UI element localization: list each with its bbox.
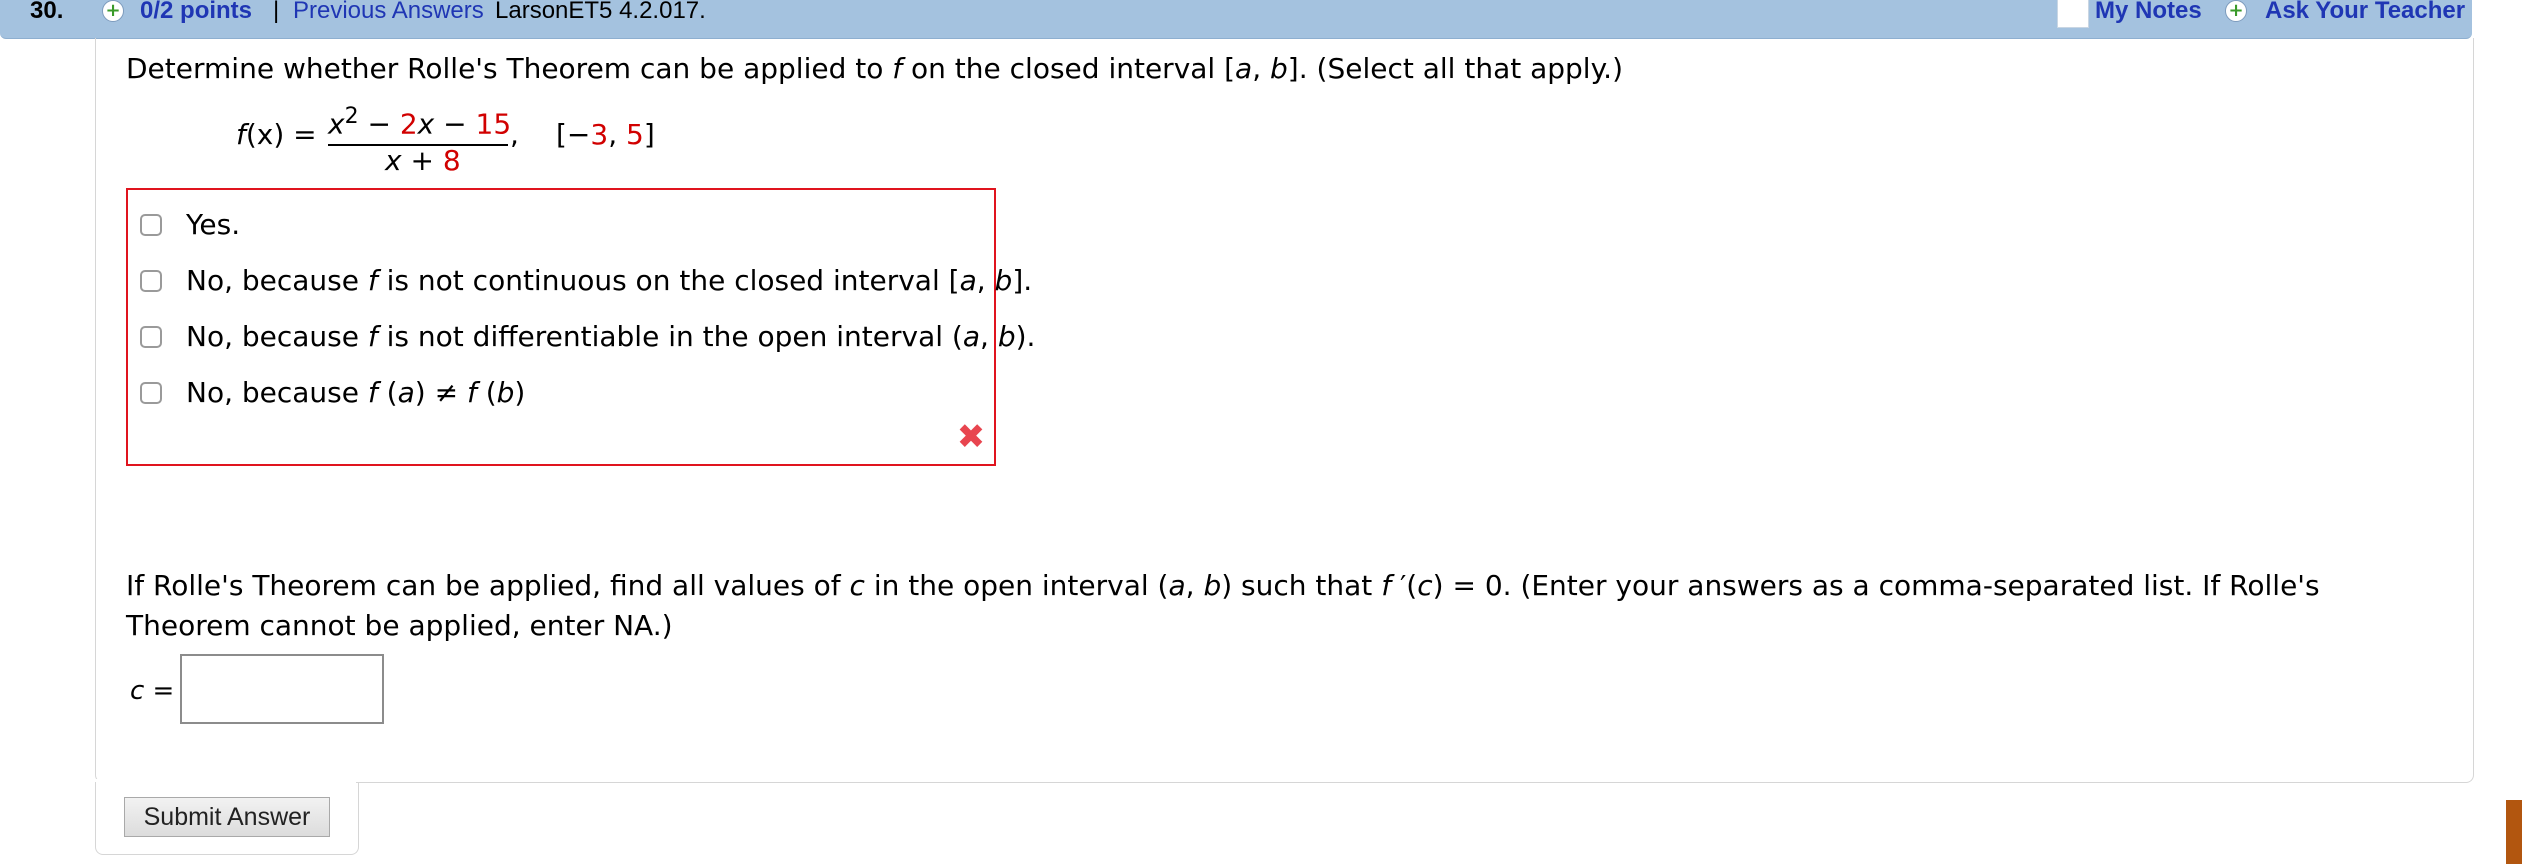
den-plus: + <box>401 144 443 177</box>
opt2-f: f <box>367 264 378 297</box>
edge-decoration <box>2506 800 2522 864</box>
question-prompt: Determine whether Rolle's Theorem can be… <box>126 52 1623 85</box>
interval-close: ] <box>643 118 655 151</box>
function-lhs: f(x) = <box>236 118 317 151</box>
den-8: 8 <box>442 144 461 177</box>
interval-b: 5 <box>626 118 644 151</box>
q2-pre: If Rolle's Theorem can be applied, find … <box>126 569 850 602</box>
q2-a: a <box>1168 569 1186 602</box>
option-fa-neq-fb-label: No, because f (a) ≠ f (b) <box>186 376 525 409</box>
num-x-2: x <box>417 107 435 141</box>
option-yes-label: Yes. <box>186 208 240 241</box>
opt3-comma: , <box>980 320 998 353</box>
ask-teacher-plus-icon[interactable]: + <box>2225 0 2247 22</box>
opt4-p4: ) <box>514 376 526 409</box>
prompt-b: b <box>1270 52 1288 85</box>
checkbox-not-differentiable[interactable] <box>140 326 162 348</box>
previous-answers-link[interactable]: Previous Answers <box>293 0 484 25</box>
num-minus-2: − <box>434 107 476 141</box>
opt2-comma: , <box>976 264 995 297</box>
num-exponent: 2 <box>344 104 359 129</box>
opt4-f1: f <box>367 376 378 409</box>
checkbox-not-continuous[interactable] <box>140 270 162 292</box>
expand-points-icon[interactable]: + <box>102 0 124 22</box>
ask-your-teacher-link[interactable]: Ask Your Teacher <box>2265 0 2465 25</box>
option-yes-text: Yes. <box>186 208 241 241</box>
opt4-p1: ( <box>377 376 398 409</box>
lhs-rest: (x) = <box>245 118 317 151</box>
opt3-a: a <box>962 320 981 353</box>
option-not-differentiable-label: No, because f is not differentiable in t… <box>186 320 1035 353</box>
opt4-p3: ( <box>476 376 497 409</box>
opt2-mid: is not continuous on the closed interval… <box>377 264 960 297</box>
den-x: x <box>385 144 402 177</box>
opt4-a: a <box>397 376 415 409</box>
notes-page-icon[interactable] <box>2057 0 2089 28</box>
opt2-a: a <box>959 264 977 297</box>
interval-a: 3 <box>590 118 609 151</box>
checkbox-fa-neq-fb[interactable] <box>140 382 162 404</box>
opt4-p2: ) ≠ <box>414 376 467 409</box>
frame-gap <box>96 779 356 785</box>
incorrect-icon: ✖ <box>956 417 986 457</box>
num-minus-1: − <box>358 107 400 141</box>
interval-open: [− <box>556 118 591 151</box>
num-coef-2: 2 <box>399 107 418 141</box>
points-link[interactable]: 0/2 points <box>140 0 252 25</box>
closed-interval: [−3, 5] <box>556 118 655 151</box>
prompt-text-end: ]. (Select all that apply.) <box>1287 52 1623 85</box>
opt3-post: ). <box>1015 320 1036 353</box>
q2-c: c <box>849 569 865 602</box>
my-notes-link[interactable]: My Notes <box>2095 0 2202 25</box>
q2-b: b <box>1203 569 1222 602</box>
checkbox-yes[interactable] <box>140 214 162 236</box>
lhs-f: f <box>236 118 246 151</box>
fraction-denominator: x + 8 <box>385 144 461 177</box>
submit-answer-button[interactable]: Submit Answer <box>124 797 330 837</box>
num-15: 15 <box>475 107 512 141</box>
interval-comma: , <box>608 118 627 151</box>
opt4-b: b <box>496 376 515 409</box>
question-header-bar: 30. + 0/2 points | Previous Answers Lars… <box>0 0 2472 39</box>
header-separator: | <box>273 0 280 24</box>
opt2-post: ]. <box>1012 264 1033 297</box>
q2-mid2: ) such that <box>1221 569 1382 602</box>
num-x: x <box>328 107 345 141</box>
prompt-text: Determine whether Rolle's Theorem can be… <box>126 52 893 85</box>
opt4-pre: No, because <box>186 376 368 409</box>
opt2-b: b <box>994 264 1013 297</box>
formula-comma: , <box>510 118 519 151</box>
opt2-pre: No, because <box>186 264 368 297</box>
q2-comma: , <box>1185 569 1204 602</box>
q2-f: f <box>1381 569 1392 602</box>
prompt-a: a <box>1235 52 1253 85</box>
problem-code: LarsonET5 4.2.017. <box>495 0 706 24</box>
opt3-b: b <box>997 320 1016 353</box>
opt4-f2: f <box>466 376 477 409</box>
question-number: 30. <box>30 0 64 24</box>
prompt-f: f <box>892 52 903 85</box>
prompt-comma: , <box>1252 52 1271 85</box>
c-answer-label: c = <box>130 676 175 706</box>
q2-c2: c <box>1417 569 1433 602</box>
q2-mid3: ′( <box>1391 569 1418 602</box>
q2-mid1: in the open interval ( <box>864 569 1169 602</box>
second-question-prompt: If Rolle's Theorem can be applied, find … <box>126 566 2426 646</box>
opt3-mid: is not differentiable in the open interv… <box>377 320 963 353</box>
fraction-numerator: x2 − 2x − 15 <box>328 104 511 140</box>
c-answer-input[interactable] <box>180 654 384 724</box>
opt3-f: f <box>367 320 378 353</box>
opt3-pre: No, because <box>186 320 368 353</box>
prompt-text-mid: on the closed interval [ <box>902 52 1236 85</box>
option-not-continuous-label: No, because f is not continuous on the c… <box>186 264 1032 297</box>
